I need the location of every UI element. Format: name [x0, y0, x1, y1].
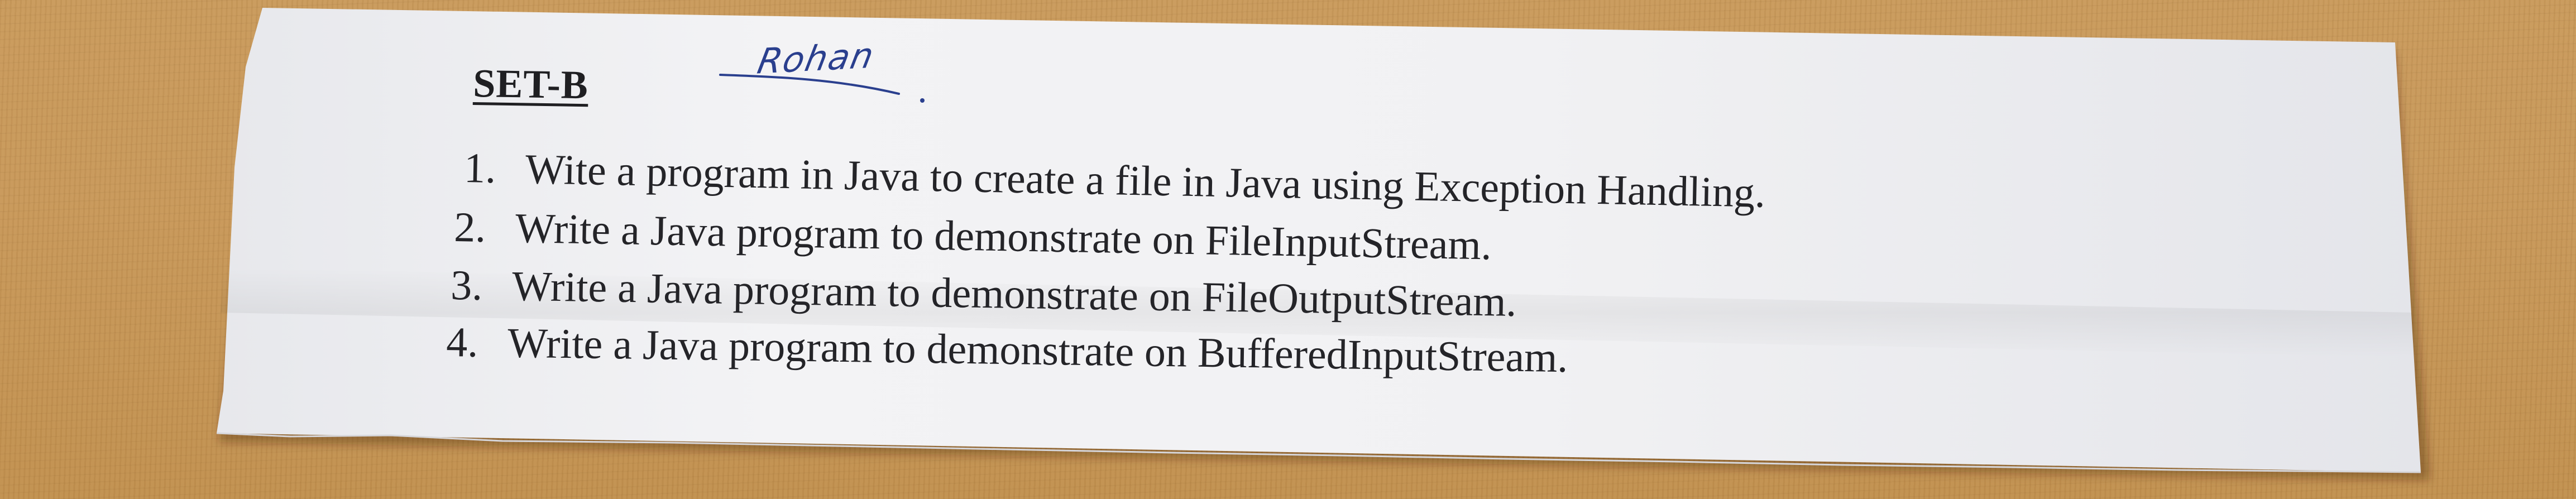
handwritten-signature: Rohan — [715, 32, 938, 111]
task-number: 1. — [463, 144, 496, 193]
task-text: Wite a program in Java to create a file … — [525, 146, 1766, 217]
sheet-content: SET-B Rohan 1. Wite a program in Java to … — [0, 0, 2576, 499]
task-text: Write a Java program to demonstrate on B… — [507, 319, 1568, 382]
task-text: Write a Java program to demonstrate on F… — [511, 262, 1517, 325]
task-number: 2. — [453, 203, 486, 251]
task-item-3: 3. Write a Java program to demonstrate on… — [451, 261, 1517, 327]
set-title: SET-B — [472, 60, 589, 108]
task-number: 3. — [450, 261, 483, 309]
signature-underline — [719, 74, 925, 103]
task-text: Write a Java program to demonstrate on F… — [515, 204, 1492, 269]
task-item-2: 2. Write a Java program to demonstrate on… — [453, 203, 1492, 270]
task-number: 4. — [446, 318, 478, 366]
task-item-4: 4. Write a Java program to demonstrate on… — [446, 318, 1568, 382]
